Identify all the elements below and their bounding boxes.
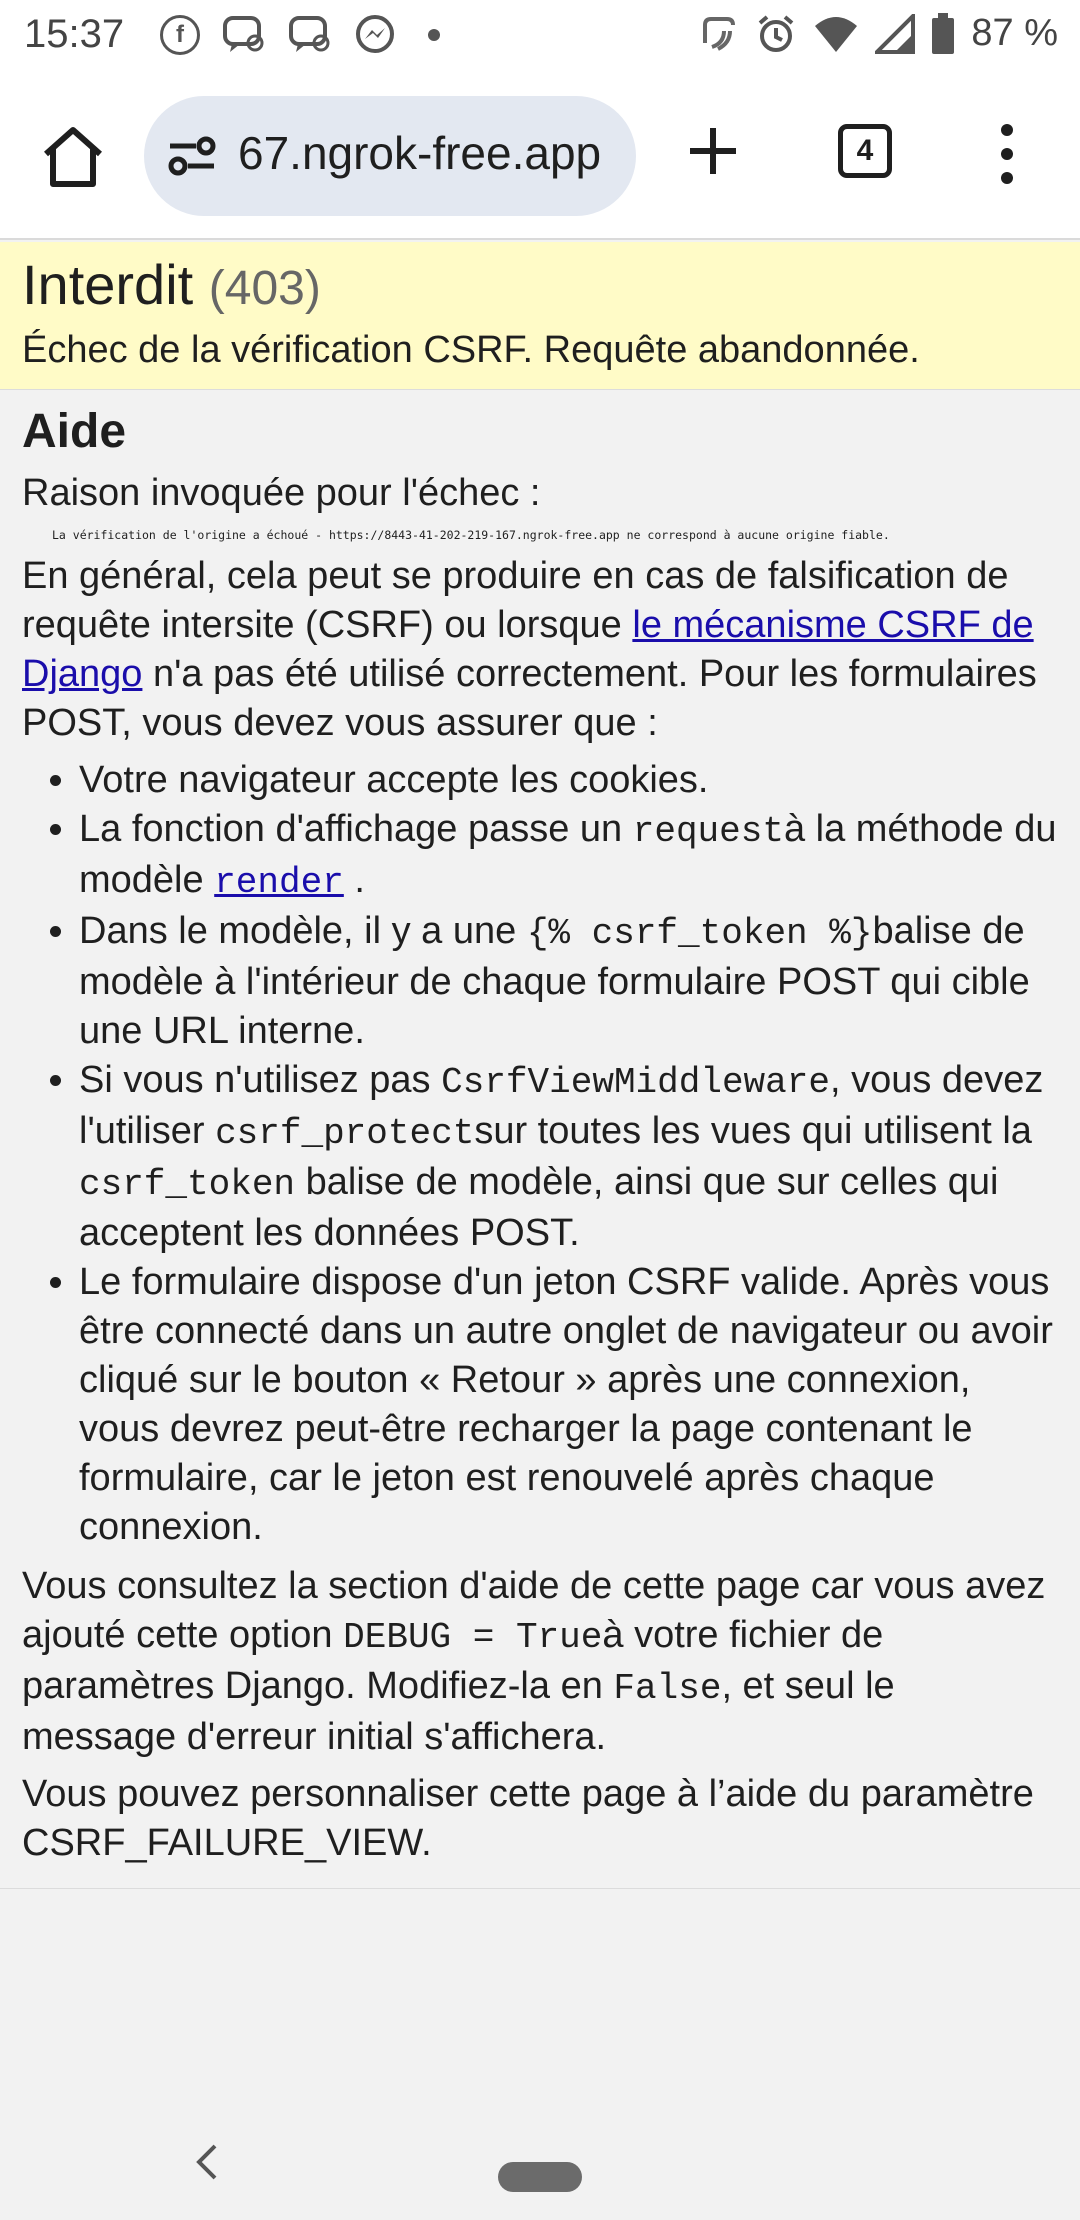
error-summary: Interdit (403) Échec de la vérification …: [0, 242, 1080, 391]
messenger-chat-icon: [289, 16, 330, 52]
wifi-icon: [815, 16, 858, 52]
render-link-code[interactable]: render: [214, 862, 344, 903]
help-section: Aide Raison invoquée pour l'échec : La v…: [0, 390, 1080, 1890]
dot-icon: [428, 29, 440, 41]
list-item-text: Si vous n'utilisez pas: [79, 1059, 442, 1102]
browser-toolbar: 67.ngrok-free.app 4: [0, 72, 1080, 240]
help-paragraph-3: Vous pouvez personnaliser cette page à l…: [22, 1773, 1034, 1865]
list-item-text: .: [343, 859, 365, 902]
home-pill-icon[interactable]: [498, 2162, 582, 2192]
list-item-text: Le formulaire dispose d'un jeton CSRF va…: [79, 1261, 1053, 1549]
list-item: Votre navigateur accepte les cookies.: [79, 756, 1058, 805]
battery-percent: 87 %: [971, 12, 1058, 54]
tab-switcher-button[interactable]: 4: [838, 124, 892, 178]
render-link[interactable]: render: [214, 859, 344, 903]
inline-code: request: [632, 811, 784, 853]
error-title-text: Interdit: [22, 253, 194, 316]
home-icon[interactable]: [38, 122, 108, 192]
help-paragraph-1: En général, cela peut se produire en cas…: [22, 552, 1058, 748]
inline-code: False: [613, 1668, 722, 1710]
url-text[interactable]: 67.ngrok-free.app: [238, 126, 618, 180]
facebook-icon: f: [160, 15, 200, 55]
error-title: Interdit (403): [22, 250, 1058, 320]
battery-icon: [932, 12, 955, 54]
status-time: 15:37: [24, 12, 125, 56]
error-code: (403): [208, 262, 321, 315]
list-item: La fonction d'affichage passe un request…: [79, 805, 1058, 907]
nfc-icon: [703, 16, 736, 51]
system-nav-bar: [0, 2030, 1080, 2220]
system-icons: 87 %: [697, 12, 1058, 55]
list-item: Si vous n'utilisez pas CsrfViewMiddlewar…: [79, 1056, 1058, 1258]
reason-text: La vérification de l'origine a échoué - …: [52, 528, 890, 543]
notification-icons: f: [160, 14, 440, 56]
messenger-icon: [356, 15, 394, 53]
help-text: n'a pas été utilisé correctement. Pour l…: [22, 653, 1037, 745]
help-heading: Aide: [22, 405, 127, 459]
list-item-text: Dans le modèle, il y a une: [79, 910, 527, 953]
messenger-chat-icon: [223, 16, 264, 52]
chevron-left-icon[interactable]: [195, 2142, 219, 2182]
inline-code: {% csrf_token %}: [526, 913, 873, 955]
more-menu-icon[interactable]: [995, 122, 1019, 186]
site-settings-icon[interactable]: [166, 132, 218, 180]
inline-code: csrf_token: [79, 1164, 296, 1206]
requirements-list: Votre navigateur accepte les cookies. La…: [22, 756, 1058, 1552]
reason-label: Raison invoquée pour l'échec :: [22, 472, 541, 515]
page-content: Interdit (403) Échec de la vérification …: [0, 242, 1080, 1890]
list-item-text: Votre navigateur accepte les cookies.: [79, 759, 709, 802]
list-item-text: sur toutes les vues qui utilisent la: [474, 1110, 1032, 1153]
inline-code: DEBUG = True: [343, 1617, 603, 1659]
list-item: Le formulaire dispose d'un jeton CSRF va…: [79, 1258, 1058, 1552]
list-item-text: La fonction d'affichage passe un: [79, 808, 633, 851]
alarm-icon: [759, 14, 794, 52]
inline-code: CsrfViewMiddleware: [441, 1062, 830, 1104]
signal-icon: [875, 13, 916, 54]
inline-code: csrf_protect: [215, 1113, 475, 1155]
error-message: Échec de la vérification CSRF. Requête a…: [22, 329, 920, 371]
url-bar[interactable]: 67.ngrok-free.app: [144, 96, 636, 216]
new-tab-icon[interactable]: [686, 124, 740, 178]
list-item: Dans le modèle, il y a une {% csrf_token…: [79, 907, 1058, 1056]
status-bar: 15:37 f 87 %: [0, 0, 1080, 72]
help-paragraph-2: Vous consultez la section d'aide de cett…: [22, 1562, 1058, 1762]
